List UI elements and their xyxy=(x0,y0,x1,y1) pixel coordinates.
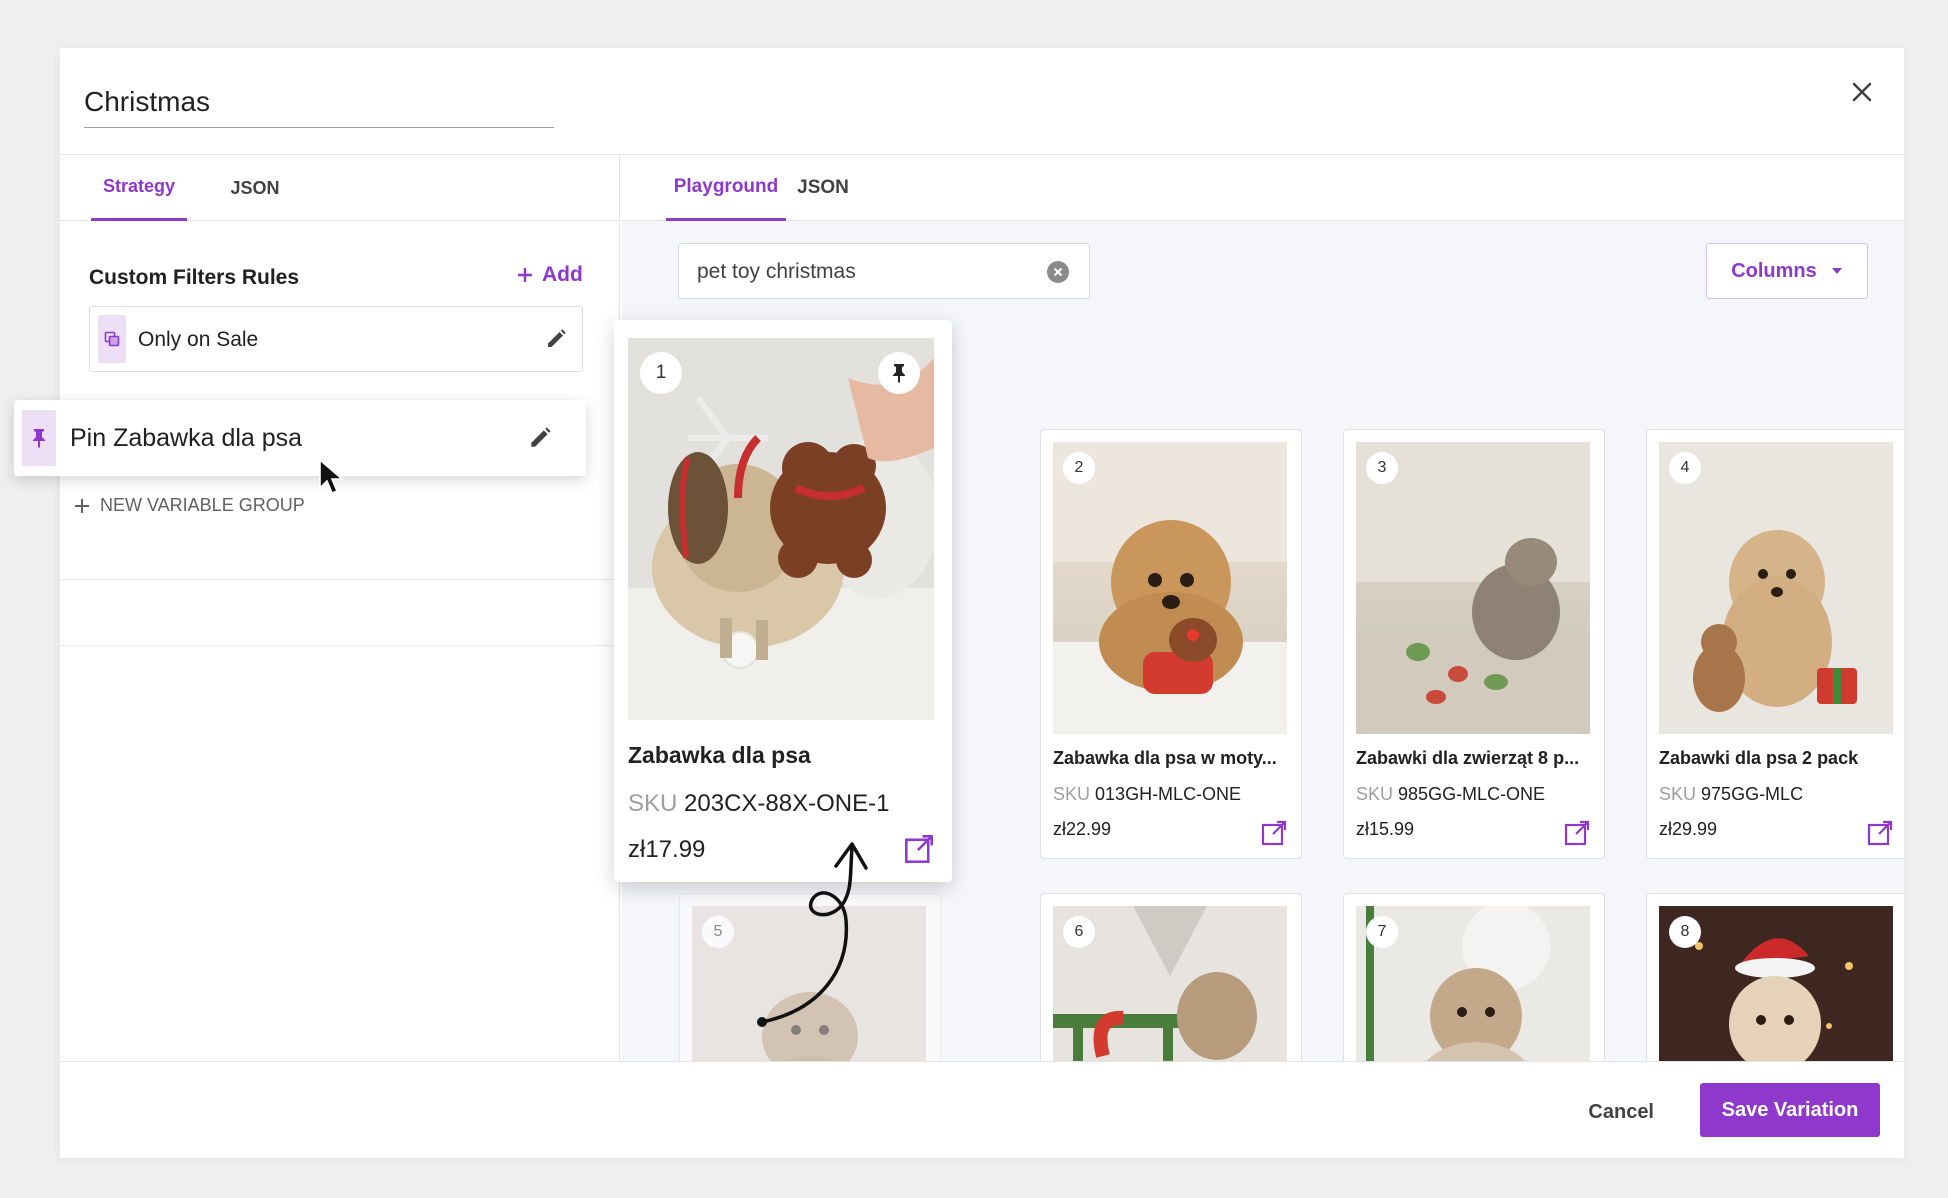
product-card[interactable]: 8 xyxy=(1646,893,1904,1061)
group-divider-top xyxy=(60,579,619,580)
product-price: zł17.99 xyxy=(628,836,706,863)
product-card[interactable]: 3 Zabawki dla zwierząt 8 p... SKU 985GG-… xyxy=(1343,429,1605,859)
product-sku: SKU 013GH-MLC-ONE xyxy=(1053,784,1241,805)
dragged-rule-label: Pin Zabawka dla psa xyxy=(70,424,303,452)
sku-value: 013GH-MLC-ONE xyxy=(1095,784,1242,804)
left-tab-bar: Strategy JSON xyxy=(60,155,619,221)
product-name: Zabawka dla psa xyxy=(628,742,811,768)
pin-icon[interactable] xyxy=(878,352,920,394)
pin-icon xyxy=(22,410,56,466)
filter-rule-label: Only on Sale xyxy=(138,328,259,351)
group-divider-bottom xyxy=(60,645,619,646)
tab-strategy[interactable]: Strategy xyxy=(91,155,187,221)
product-name: Zabawki dla psa 2 pack xyxy=(1659,748,1859,768)
sku-label: SKU xyxy=(1659,784,1697,804)
variation-title-input[interactable]: Christmas xyxy=(84,78,554,128)
cancel-button[interactable]: Cancel xyxy=(1574,1088,1668,1136)
new-variable-group-label: NEW VARIABLE GROUP xyxy=(100,495,305,515)
rank-badge: 7 xyxy=(1366,916,1398,948)
product-image: 8 xyxy=(1659,906,1893,1061)
filter-rule-only-on-sale[interactable]: Only on Sale xyxy=(89,306,583,372)
rank-badge: 6 xyxy=(1063,916,1095,948)
search-field[interactable]: pet toy christmas xyxy=(678,243,1090,299)
close-icon xyxy=(1852,82,1872,102)
dialog-footer: Cancel Save Variation xyxy=(60,1061,1904,1158)
chevron-down-icon xyxy=(1831,268,1842,274)
dragged-pin-rule[interactable]: Pin Zabawka dla psa xyxy=(14,400,586,476)
columns-label: Columns xyxy=(1731,259,1817,282)
rank-badge: 2 xyxy=(1063,452,1095,484)
clear-search-icon[interactable] xyxy=(1047,261,1069,283)
plus-icon xyxy=(75,498,89,513)
rank-badge: 8 xyxy=(1669,916,1701,948)
edit-rule-icon[interactable] xyxy=(542,325,570,353)
product-price: zł22.99 xyxy=(1053,819,1112,839)
product-image: 1 xyxy=(628,338,934,720)
custom-filters-title: Custom Filters Rules xyxy=(89,266,300,289)
product-card[interactable]: 4 Zabawki dla psa 2 pack SKU 975GG-MLC z… xyxy=(1646,429,1904,859)
tab-json-right[interactable]: JSON xyxy=(786,155,860,221)
open-external-icon[interactable] xyxy=(1261,820,1287,846)
open-external-icon[interactable] xyxy=(1564,820,1590,846)
plus-icon xyxy=(518,268,532,282)
mouse-cursor-icon xyxy=(319,458,344,495)
product-image: 3 xyxy=(1356,442,1590,734)
product-sku: SKU 975GG-MLC xyxy=(1659,784,1803,805)
product-image: 7 xyxy=(1356,906,1590,1061)
sku-value: 203CX-88X-ONE-1 xyxy=(684,790,890,817)
add-filter-label: Add xyxy=(542,263,583,286)
product-sku: SKU 203CX-88X-ONE-1 xyxy=(628,790,889,818)
open-external-icon[interactable] xyxy=(1867,820,1893,846)
strategy-panel: Strategy JSON Custom Filters Rules Add O… xyxy=(60,155,620,1061)
product-name: Zabawka dla psa w moty... xyxy=(1053,748,1277,768)
product-name: Zabawki dla zwierząt 8 p... xyxy=(1356,748,1580,768)
sku-value: 985GG-MLC-ONE xyxy=(1398,784,1546,804)
new-variable-group-button[interactable]: NEW VARIABLE GROUP xyxy=(74,495,305,516)
close-button[interactable] xyxy=(1844,74,1880,110)
save-variation-button[interactable]: Save Variation xyxy=(1700,1083,1880,1137)
drag-arrow-annotation xyxy=(757,842,868,1027)
columns-dropdown[interactable]: Columns xyxy=(1706,243,1868,299)
product-image: 4 xyxy=(1659,442,1893,734)
product-card[interactable]: 7 xyxy=(1343,893,1605,1061)
product-image: 2 xyxy=(1053,442,1287,734)
product-card[interactable]: 6 xyxy=(1040,893,1302,1061)
open-external-icon[interactable] xyxy=(904,834,934,864)
right-tab-bar: Playground JSON xyxy=(622,155,1904,221)
sale-filter-icon xyxy=(98,315,126,363)
product-price: zł15.99 xyxy=(1356,819,1415,839)
rank-badge: 5 xyxy=(702,916,734,948)
sku-label: SKU xyxy=(1053,784,1091,804)
rank-badge: 4 xyxy=(1669,452,1701,484)
sku-label: SKU xyxy=(628,790,678,817)
product-card[interactable]: 2 Zabawka dla psa w moty... SKU 013GH-ML… xyxy=(1040,429,1302,859)
product-sku: SKU 985GG-MLC-ONE xyxy=(1356,784,1545,805)
add-filter-button[interactable]: Add xyxy=(516,263,583,287)
product-image: 6 xyxy=(1053,906,1287,1061)
product-price: zł29.99 xyxy=(1659,819,1718,839)
rank-badge: 3 xyxy=(1366,452,1398,484)
edit-rule-icon[interactable] xyxy=(526,424,554,452)
tab-playground[interactable]: Playground xyxy=(666,155,786,221)
search-input[interactable]: pet toy christmas xyxy=(697,260,856,284)
tab-json-left[interactable]: JSON xyxy=(210,155,300,221)
rank-badge: 1 xyxy=(640,352,682,394)
edit-variation-dialog: Christmas Strategy JSON Custom Filters R… xyxy=(60,48,1904,1158)
sku-value: 975GG-MLC xyxy=(1701,784,1804,804)
sku-label: SKU xyxy=(1356,784,1394,804)
pinned-product-card[interactable]: 1 Zabawka dla psa SKU 203CX-88X-ONE-1 zł… xyxy=(614,320,952,882)
